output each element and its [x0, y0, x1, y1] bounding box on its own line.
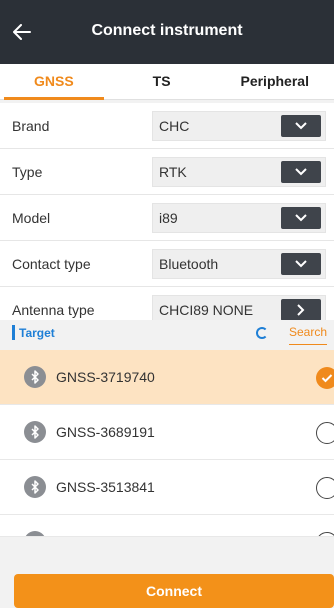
contact-type-select[interactable]: Bluetooth	[152, 249, 326, 279]
model-label: Model	[12, 210, 51, 226]
chevron-down-icon[interactable]	[281, 115, 321, 137]
page-title: Connect instrument	[91, 22, 243, 39]
type-select[interactable]: RTK	[152, 157, 326, 187]
radio-unchecked-icon[interactable]	[316, 422, 334, 444]
app-bar: Connect instrument	[0, 0, 334, 64]
bluetooth-icon	[24, 366, 46, 388]
search-link[interactable]: Search	[289, 320, 328, 345]
radio-unchecked-icon[interactable]	[316, 532, 334, 536]
target-header: Target Search	[0, 320, 334, 346]
type-value: RTK	[159, 164, 187, 180]
tab-ts[interactable]: TS	[108, 64, 216, 99]
device-list: GNSS-3719740 GNSS-3689191 GNSS-3513841	[0, 350, 334, 537]
brand-select[interactable]: CHC	[152, 111, 326, 141]
loading-spinner-icon	[256, 327, 268, 339]
device-item[interactable]: GNSS-3513841	[0, 460, 334, 515]
device-name: GNSS-3689191	[56, 424, 155, 440]
contact-type-value: Bluetooth	[159, 256, 219, 272]
brand-label: Brand	[12, 118, 50, 134]
device-item[interactable]: GNSS-3689191	[0, 405, 334, 460]
connect-button[interactable]: Connect	[14, 574, 334, 608]
model-value: i89	[159, 210, 178, 226]
tab-peripheral[interactable]: Peripheral	[215, 64, 334, 99]
model-row: Model i89	[0, 195, 334, 241]
target-label: Target	[19, 326, 55, 340]
chevron-down-icon[interactable]	[281, 253, 321, 275]
bluetooth-icon	[24, 421, 46, 443]
bluetooth-icon	[24, 531, 46, 536]
radio-checked-icon[interactable]	[316, 367, 334, 389]
instrument-form: Brand CHC Type RTK Model i89 Contact typ…	[0, 103, 334, 333]
type-label: Type	[12, 164, 43, 180]
brand-row: Brand CHC	[0, 103, 334, 149]
section-marker	[12, 325, 15, 340]
chevron-down-icon[interactable]	[281, 207, 321, 229]
contact-type-row: Contact type Bluetooth	[0, 241, 334, 287]
chevron-right-icon[interactable]	[281, 299, 321, 321]
contact-type-label: Contact type	[12, 256, 91, 272]
device-item[interactable]: GNSS-3719740	[0, 350, 334, 405]
tab-bar: GNSS TS Peripheral	[0, 64, 334, 100]
chevron-down-icon[interactable]	[281, 161, 321, 183]
device-name: GNSS-3719740	[56, 369, 155, 385]
device-item-partial[interactable]	[0, 515, 334, 537]
tab-gnss[interactable]: GNSS	[0, 64, 108, 100]
device-name: GNSS-3513841	[56, 479, 155, 495]
model-select[interactable]: i89	[152, 203, 326, 233]
type-row: Type RTK	[0, 149, 334, 195]
radio-unchecked-icon[interactable]	[316, 477, 334, 499]
bluetooth-icon	[24, 476, 46, 498]
brand-value: CHC	[159, 118, 190, 134]
